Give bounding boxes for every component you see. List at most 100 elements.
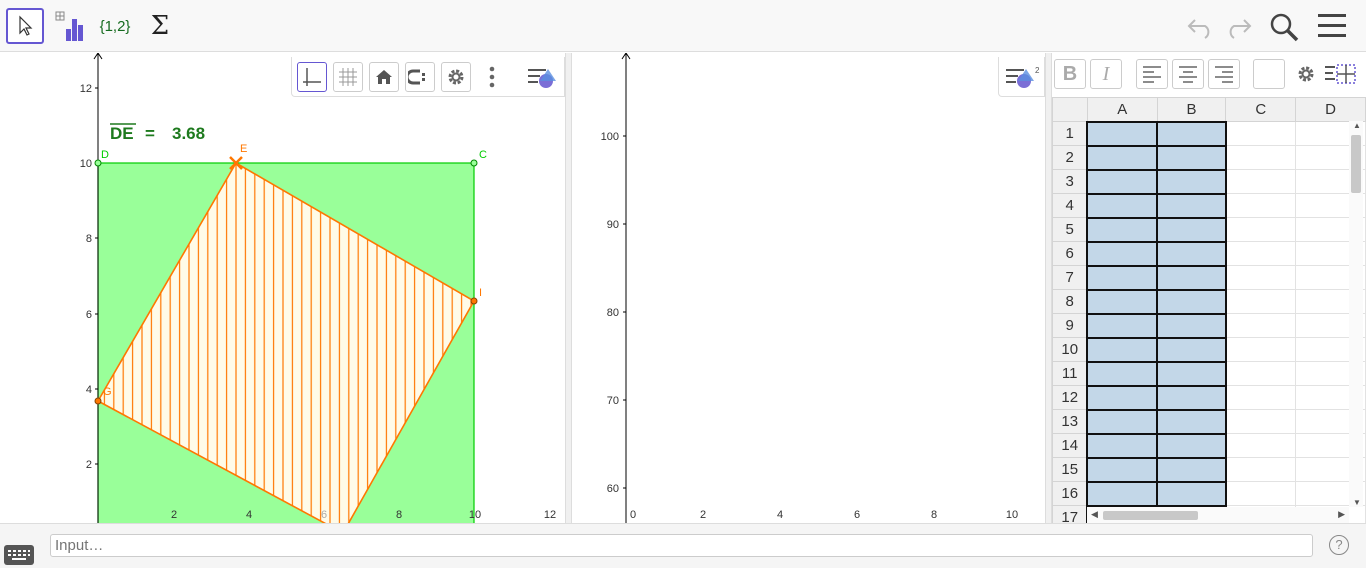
grid-toggle-button[interactable] [333,62,363,92]
segment-length-text[interactable]: DE = 3.68 [110,123,205,143]
view-divider-2[interactable] [1045,53,1052,523]
point-capturing-button[interactable] [405,62,435,92]
cell-C7[interactable] [1225,265,1297,290]
cell-B14[interactable] [1156,432,1227,459]
menu-icon[interactable] [1317,13,1347,39]
cell-C5[interactable] [1225,217,1297,242]
move-tool-button[interactable] [6,8,44,44]
cell-B5[interactable] [1156,216,1227,243]
row-header[interactable]: 8 [1052,289,1088,314]
cell-C15[interactable] [1225,457,1297,482]
view-divider-1[interactable] [565,53,572,523]
row-header[interactable]: 12 [1052,385,1088,410]
spreadsheet-grid[interactable]: A B C D 1 2 3 4 5 6 7 8 9 10 11 12 13 14 15 16 17 [1052,97,1366,523]
keyboard-button[interactable] [4,545,34,565]
cell-B10[interactable] [1156,336,1227,363]
graphics-1-canvas[interactable]: 2 4 6 8 10 12 2 4 6 8 10 12 DE = 3.68 D … [0,53,565,523]
cell-C11[interactable] [1225,361,1297,386]
corner-cell[interactable] [1052,97,1088,122]
help-button[interactable]: ? [1329,535,1349,555]
bold-button[interactable]: B [1054,59,1086,89]
scroll-down-icon[interactable]: ▼ [1353,498,1361,507]
cell-C13[interactable] [1225,409,1297,434]
align-right-button[interactable] [1208,59,1240,89]
cell-A15[interactable] [1086,456,1159,483]
cell-A7[interactable] [1086,264,1159,291]
cell-B16[interactable] [1156,480,1227,507]
cell-A8[interactable] [1086,288,1159,315]
column-header[interactable]: B [1156,97,1227,122]
cell-A3[interactable] [1086,168,1159,195]
row-header[interactable]: 17 [1052,505,1088,523]
row-header[interactable]: 13 [1052,409,1088,434]
scroll-left-icon[interactable]: ◀ [1091,509,1098,520]
row-header[interactable]: 1 [1052,121,1088,146]
cell-B7[interactable] [1156,264,1227,291]
cell-A1[interactable] [1086,120,1159,147]
algebra-input-field[interactable] [50,534,1313,557]
spreadsheet-settings-button[interactable] [1291,59,1321,89]
cell-C4[interactable] [1225,193,1297,218]
cell-B12[interactable] [1156,384,1227,411]
cell-A2[interactable] [1086,144,1159,171]
cell-C16[interactable] [1225,481,1297,506]
row-header[interactable]: 6 [1052,241,1088,266]
vertical-scrollbar[interactable]: ▲ ▼ [1349,121,1363,507]
scroll-up-icon[interactable]: ▲ [1353,121,1361,130]
graphics-view-1[interactable]: 2 4 6 8 10 12 2 4 6 8 10 12 DE = 3.68 D … [0,53,565,523]
cell-A12[interactable] [1086,384,1159,411]
cell-C3[interactable] [1225,169,1297,194]
row-header[interactable]: 5 [1052,217,1088,242]
cell-B3[interactable] [1156,168,1227,195]
row-header[interactable]: 16 [1052,481,1088,506]
cell-C8[interactable] [1225,289,1297,314]
stylebar-toggle-button[interactable] [524,62,560,92]
row-header[interactable]: 11 [1052,361,1088,386]
more-button[interactable] [477,62,507,92]
cell-A13[interactable] [1086,408,1159,435]
cell-B9[interactable] [1156,312,1227,339]
cell-B13[interactable] [1156,408,1227,435]
background-color-button[interactable] [1253,59,1285,89]
point-g[interactable] [94,397,102,405]
italic-button[interactable]: I [1090,59,1122,89]
row-header[interactable]: 3 [1052,169,1088,194]
row-header[interactable]: 9 [1052,313,1088,338]
cell-A9[interactable] [1086,312,1159,339]
cell-B11[interactable] [1156,360,1227,387]
cell-A11[interactable] [1086,360,1159,387]
column-header[interactable]: D [1295,97,1366,122]
align-center-button[interactable] [1172,59,1204,89]
cell-A6[interactable] [1086,240,1159,267]
cell-A16[interactable] [1086,480,1159,507]
cell-C2[interactable] [1225,145,1297,170]
cell-B2[interactable] [1156,144,1227,171]
spreadsheet-stylebar-toggle[interactable] [1322,59,1358,89]
cell-A10[interactable] [1086,336,1159,363]
cell-B15[interactable] [1156,456,1227,483]
row-header[interactable]: 4 [1052,193,1088,218]
row-header[interactable]: 15 [1052,457,1088,482]
cell-A5[interactable] [1086,216,1159,243]
horizontal-scroll-thumb[interactable] [1103,511,1198,520]
graphics-settings-button[interactable] [441,62,471,92]
align-left-button[interactable] [1136,59,1168,89]
cell-B1[interactable] [1156,120,1227,147]
cell-A14[interactable] [1086,432,1159,459]
axes-toggle-button[interactable] [297,62,327,92]
point-i[interactable] [470,297,478,305]
cell-C9[interactable] [1225,313,1297,338]
graphics-view-2[interactable]: 60 70 80 90 100 0 2 4 6 8 10 2 [572,53,1045,523]
column-header[interactable]: C [1225,97,1297,122]
vertical-scroll-thumb[interactable] [1351,135,1361,193]
search-icon[interactable] [1268,11,1300,43]
stylebar-toggle-button-2[interactable]: 2 [1004,62,1040,92]
cell-C14[interactable] [1225,433,1297,458]
two-variable-analysis-button[interactable] [51,8,89,44]
row-header[interactable]: 10 [1052,337,1088,362]
row-header[interactable]: 14 [1052,433,1088,458]
cell-C1[interactable] [1225,121,1297,146]
redo-icon[interactable] [1222,12,1254,40]
undo-icon[interactable] [1185,12,1217,40]
cell-C10[interactable] [1225,337,1297,362]
